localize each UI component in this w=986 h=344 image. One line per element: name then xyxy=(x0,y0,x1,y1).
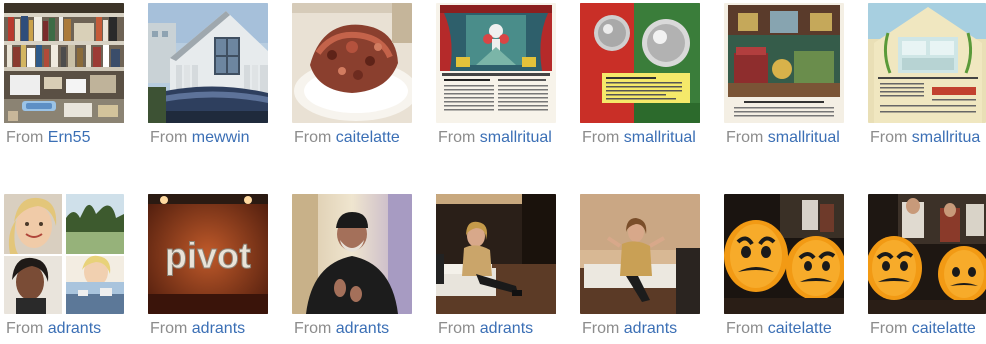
vintage-ad-stove-icon[interactable] xyxy=(868,3,986,123)
photo-tile[interactable]: From smallritual xyxy=(724,3,854,153)
caption-prefix: From xyxy=(870,129,908,146)
cake-photo-icon[interactable] xyxy=(292,3,412,123)
caption-prefix: From xyxy=(726,320,764,337)
photo-tile[interactable]: From mewwin xyxy=(148,3,278,153)
caption-prefix: From xyxy=(726,129,764,146)
photo-caption: From adrants xyxy=(582,320,677,338)
vintage-ad-room-icon[interactable] xyxy=(724,3,844,123)
user-link[interactable]: smallritual xyxy=(768,129,840,146)
portrait-collage-icon[interactable] xyxy=(4,194,124,314)
photo-tile[interactable]: From caitelatte xyxy=(292,3,422,153)
house-photo-icon[interactable] xyxy=(148,3,268,123)
photo-tile[interactable]: From adrants xyxy=(436,194,566,344)
caption-prefix: From xyxy=(6,320,44,337)
user-link[interactable]: adrants xyxy=(192,320,245,337)
photo-caption: From Ern55 xyxy=(6,129,90,147)
user-link[interactable]: caitelatte xyxy=(768,320,832,337)
vintage-ad-stage-icon[interactable] xyxy=(436,3,556,123)
user-link[interactable]: adrants xyxy=(480,320,533,337)
photo-tile[interactable]: pivot From adrants xyxy=(148,194,278,344)
user-link[interactable]: Ern55 xyxy=(48,129,91,146)
user-link[interactable]: smallritua xyxy=(912,129,980,146)
caption-prefix: From xyxy=(438,320,476,337)
user-link[interactable]: adrants xyxy=(624,320,677,337)
pumpkin-faces-photo-icon[interactable] xyxy=(724,194,844,314)
photo-caption: From smallritual xyxy=(438,129,552,147)
caption-prefix: From xyxy=(294,129,332,146)
photo-tile[interactable]: From smallritua xyxy=(868,3,986,153)
caption-prefix: From xyxy=(582,129,620,146)
caption-prefix: From xyxy=(870,320,908,337)
caption-prefix: From xyxy=(438,129,476,146)
photo-tile[interactable]: From smallritual xyxy=(580,3,710,153)
user-link[interactable]: caitelatte xyxy=(912,320,976,337)
photo-caption: From adrants xyxy=(294,320,389,338)
bookshelf-photo-icon[interactable] xyxy=(4,3,124,123)
user-link[interactable]: adrants xyxy=(48,320,101,337)
photo-tile[interactable]: From smallritual xyxy=(436,3,566,153)
caption-prefix: From xyxy=(150,320,188,337)
photo-caption: From smallritual xyxy=(582,129,696,147)
panel-photo-icon[interactable] xyxy=(436,194,556,314)
pumpkin-faces-photo-2-icon[interactable] xyxy=(868,194,986,314)
gallery-row-2: From adrants pivot From adrants From adr… xyxy=(0,194,986,344)
photo-caption: From caitelatte xyxy=(870,320,976,338)
pivot-sign-text: pivot xyxy=(165,235,251,276)
pivot-sign-photo-icon[interactable]: pivot xyxy=(148,194,268,314)
user-link[interactable]: mewwin xyxy=(192,129,250,146)
vintage-ad-knobs-icon[interactable] xyxy=(580,3,700,123)
photo-caption: From mewwin xyxy=(150,129,250,147)
caption-prefix: From xyxy=(6,129,44,146)
panel-photo-2-icon[interactable] xyxy=(580,194,700,314)
photo-tile[interactable]: From adrants xyxy=(580,194,710,344)
user-link[interactable]: smallritual xyxy=(480,129,552,146)
photo-tile[interactable]: From Ern55 xyxy=(4,3,134,153)
gallery-row-1: From Ern55 From mewwin From caitelatte F… xyxy=(0,3,986,153)
photo-tile[interactable]: From adrants xyxy=(4,194,134,344)
caption-prefix: From xyxy=(294,320,332,337)
user-link[interactable]: caitelatte xyxy=(336,129,400,146)
photo-caption: From caitelatte xyxy=(294,129,400,147)
photo-caption: From caitelatte xyxy=(726,320,832,338)
photo-caption: From smallritual xyxy=(726,129,840,147)
photo-tile[interactable]: From caitelatte xyxy=(724,194,854,344)
photo-tile[interactable]: From caitelatte xyxy=(868,194,986,344)
photo-caption: From smallritua xyxy=(870,129,980,147)
photo-caption: From adrants xyxy=(438,320,533,338)
speaker-photo-icon[interactable] xyxy=(292,194,412,314)
caption-prefix: From xyxy=(582,320,620,337)
caption-prefix: From xyxy=(150,129,188,146)
user-link[interactable]: smallritual xyxy=(624,129,696,146)
photo-caption: From adrants xyxy=(150,320,245,338)
user-link[interactable]: adrants xyxy=(336,320,389,337)
photo-tile[interactable]: From adrants xyxy=(292,194,422,344)
photo-caption: From adrants xyxy=(6,320,101,338)
